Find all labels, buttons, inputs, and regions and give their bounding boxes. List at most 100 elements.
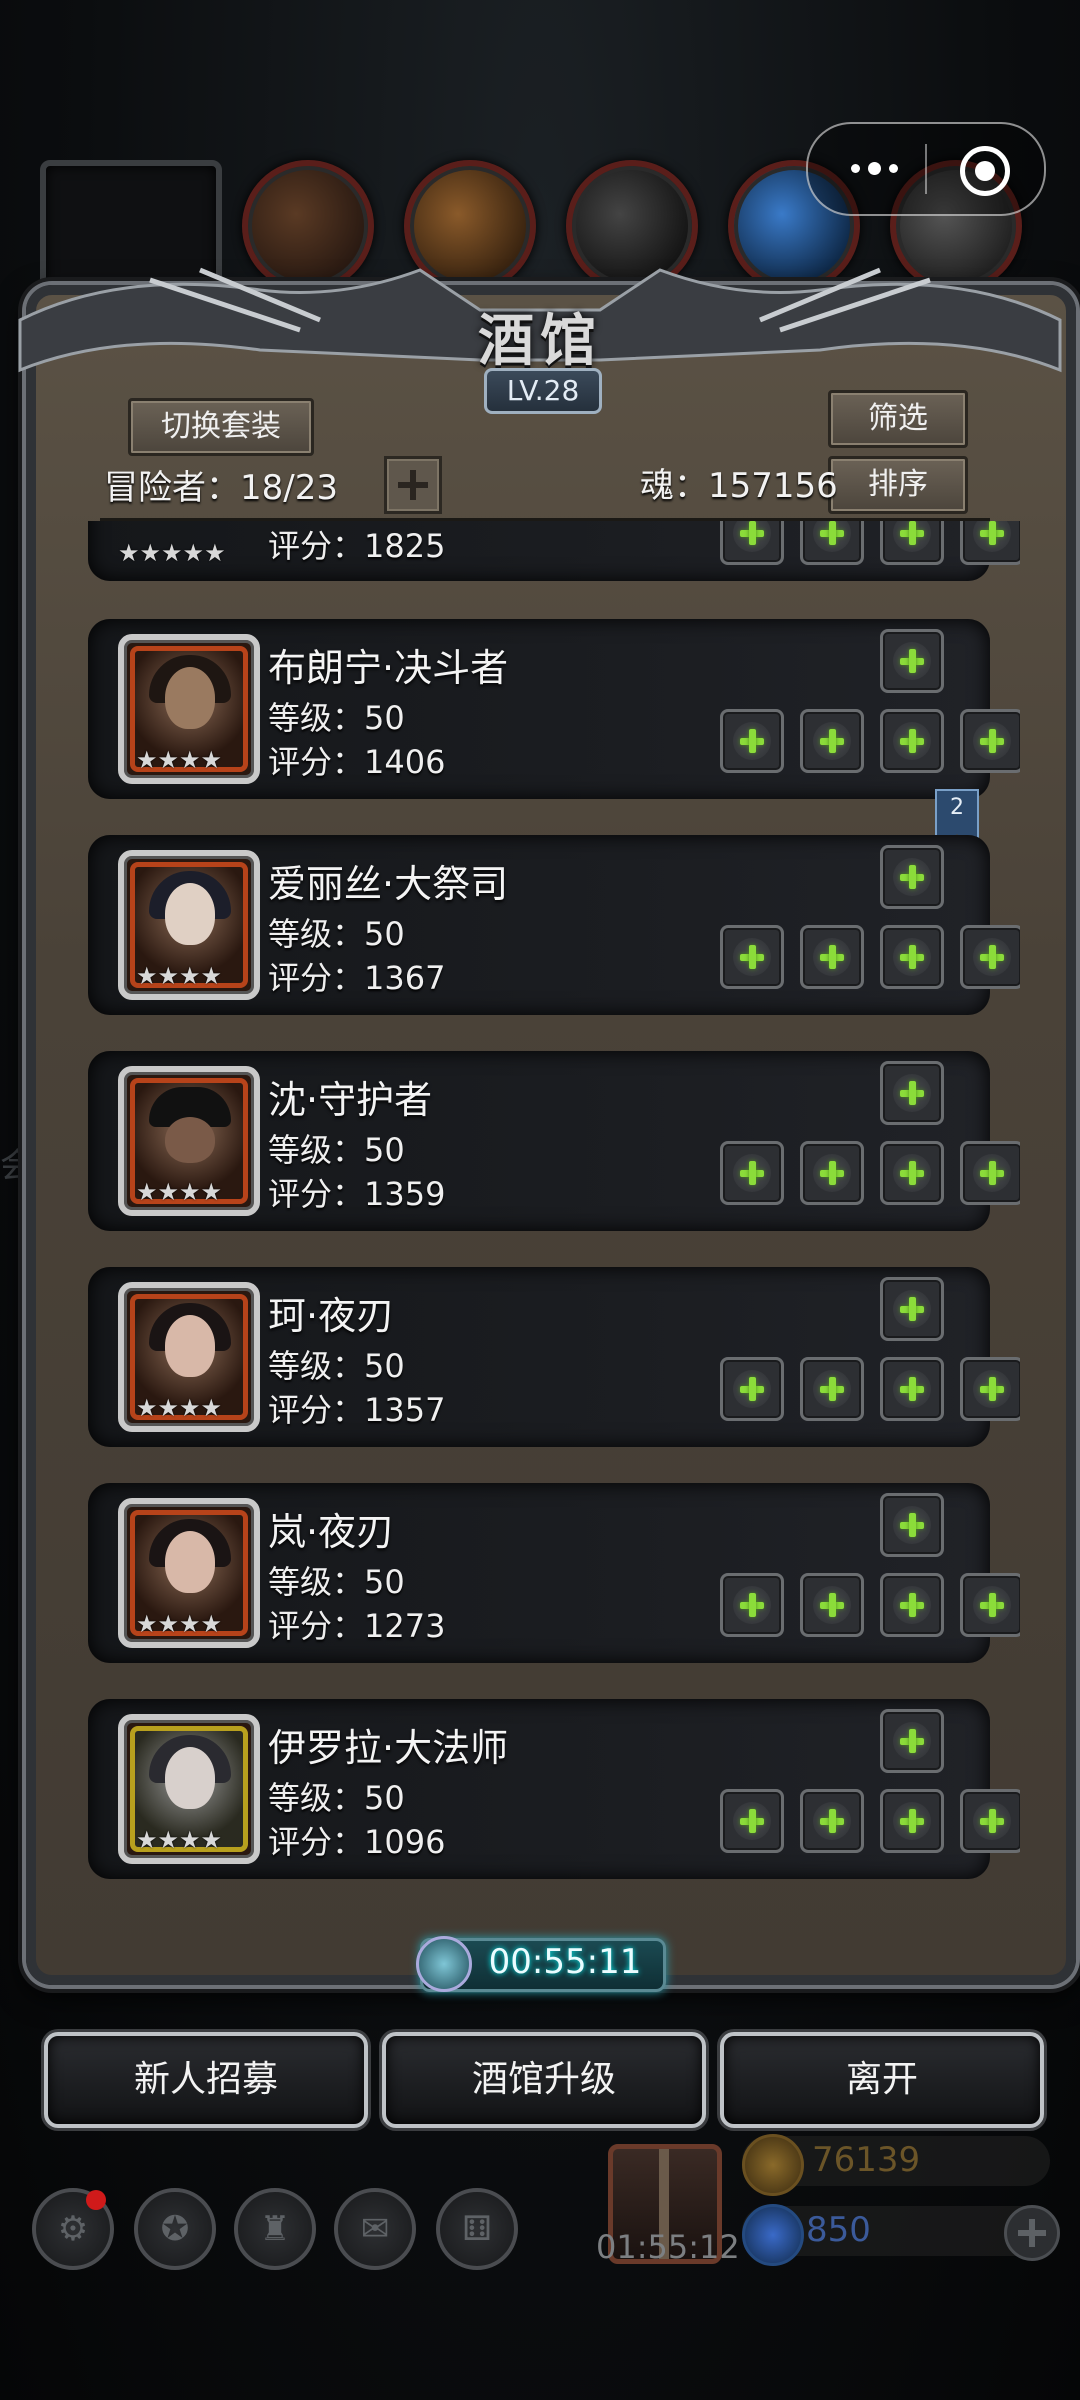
- equip-slot-weapon[interactable]: [720, 709, 784, 773]
- equip-slot-weapon[interactable]: [720, 1357, 784, 1421]
- equip-slot-weapon[interactable]: [720, 1573, 784, 1637]
- plus-icon: [733, 722, 771, 760]
- equip-slot-ring[interactable]: [880, 521, 944, 565]
- plus-icon: [813, 722, 851, 760]
- equip-slot-ring[interactable]: [880, 1789, 944, 1853]
- equip-slot-ring[interactable]: [880, 925, 944, 989]
- plus-icon: [893, 521, 931, 552]
- hero-list[interactable]: ★★★★★ 评分：1825 ★★★★ 布朗宁·决斗者 等级：50 评分：1406…: [60, 521, 1020, 1901]
- clock-icon: [416, 1936, 472, 1992]
- add-gems-button[interactable]: [1004, 2205, 1060, 2261]
- equip-slot-helmet[interactable]: [880, 629, 944, 693]
- plus-icon: [893, 1370, 931, 1408]
- hero-level: 等级：50: [268, 915, 405, 953]
- star-rating: ★★★★: [136, 1826, 223, 1854]
- recruit-button[interactable]: 新人招募: [44, 2032, 368, 2128]
- equip-slot-armor[interactable]: [800, 1789, 864, 1853]
- more-menu-icon[interactable]: [834, 144, 914, 192]
- equip-slot-weapon[interactable]: [720, 1141, 784, 1205]
- guild-icon[interactable]: ♜: [234, 2188, 316, 2270]
- leave-button[interactable]: 离开: [720, 2032, 1044, 2128]
- equip-slot-ring[interactable]: [880, 1573, 944, 1637]
- equip-slot-amulet[interactable]: [960, 1357, 1020, 1421]
- equip-slot-armor[interactable]: [800, 1357, 864, 1421]
- plus-icon: [733, 1802, 771, 1840]
- hero-card[interactable]: ★★★★ 布朗宁·决斗者 等级：50 评分：1406: [88, 619, 1020, 799]
- filter-button[interactable]: 筛选: [828, 390, 968, 448]
- equip-slot-amulet[interactable]: [960, 1573, 1020, 1637]
- equip-slot-weapon[interactable]: [720, 1789, 784, 1853]
- hero-portrait: ★★★★: [118, 1498, 260, 1648]
- equip-slot-armor[interactable]: [800, 709, 864, 773]
- mail-icon[interactable]: ✉: [334, 2188, 416, 2270]
- hero-name: 伊罗拉·大法师: [268, 1726, 509, 1770]
- hero-card[interactable]: ★★★★ 沈·守护者 等级：50 评分：1359: [88, 1051, 1020, 1231]
- capsule-separator: [925, 144, 927, 194]
- hero-level: 等级：50: [268, 1131, 405, 1169]
- dice-icon[interactable]: ⚅: [436, 2188, 518, 2270]
- hero-score: 评分：1273: [268, 1607, 446, 1645]
- equip-slot-ring[interactable]: [880, 709, 944, 773]
- close-target-icon[interactable]: [960, 146, 1010, 196]
- star-rating: ★★★★: [136, 1610, 223, 1638]
- add-slot-button[interactable]: [384, 456, 442, 514]
- hero-score: 评分：1406: [268, 743, 446, 781]
- plus-icon: [893, 1802, 931, 1840]
- refresh-timer: 00:55:11: [488, 1942, 642, 1982]
- plus-icon: [893, 1722, 931, 1760]
- plus-icon: [893, 1290, 931, 1328]
- hero-card-partial[interactable]: ★★★★★ 评分：1825: [88, 521, 1020, 581]
- plus-icon: [893, 1154, 931, 1192]
- gem-amount: 850: [806, 2210, 871, 2250]
- equip-slot-amulet[interactable]: [960, 1789, 1020, 1853]
- equip-slot-amulet[interactable]: [960, 521, 1020, 565]
- plus-icon: [893, 1506, 931, 1544]
- plus-icon: [733, 1154, 771, 1192]
- equip-slot-weapon[interactable]: [720, 925, 784, 989]
- switch-set-button[interactable]: 切换套装: [128, 398, 314, 456]
- resource-wood-icon: [404, 160, 536, 292]
- notification-dot: [86, 2190, 106, 2210]
- plus-icon: [893, 858, 931, 896]
- star-rating: ★★★★: [136, 746, 223, 774]
- equip-slot-amulet[interactable]: [960, 925, 1020, 989]
- hero-level: 等级：50: [268, 699, 405, 737]
- hero-card[interactable]: ★★★★ 珂·夜刃 等级：50 评分：1357: [88, 1267, 1020, 1447]
- plus-icon: [813, 938, 851, 976]
- equip-slot-helmet[interactable]: [880, 1709, 944, 1773]
- hero-card[interactable]: ★★★★ 爱丽丝·大祭司 等级：50 评分：1367: [88, 835, 1020, 1015]
- equip-slot-helmet[interactable]: [880, 1493, 944, 1557]
- hero-card[interactable]: ★★★★ 伊罗拉·大法师 等级：50 评分：1096: [88, 1699, 1020, 1879]
- hero-score: 评分：1825: [268, 527, 446, 565]
- tavern-upgrade-button[interactable]: 酒馆升级: [382, 2032, 706, 2128]
- equip-slot-amulet[interactable]: [960, 709, 1020, 773]
- equip-slot-helmet[interactable]: [880, 1061, 944, 1125]
- plus-icon: [893, 938, 931, 976]
- equip-slot-armor[interactable]: [800, 521, 864, 565]
- achievement-star-icon[interactable]: ✪: [134, 2188, 216, 2270]
- equip-slot-armor[interactable]: [800, 1141, 864, 1205]
- equip-slot-armor[interactable]: [800, 925, 864, 989]
- bookmark-number: 2: [950, 795, 964, 820]
- plus-icon: [973, 722, 1011, 760]
- equip-slot-weapon[interactable]: [720, 521, 784, 565]
- gold-amount: 76139: [812, 2140, 921, 2180]
- resource-leather-icon: [242, 160, 374, 292]
- resource-iron-icon: [566, 160, 698, 292]
- hero-name: 爱丽丝·大祭司: [268, 862, 509, 906]
- hero-name: 珂·夜刃: [268, 1294, 395, 1338]
- equip-slot-helmet[interactable]: [880, 1277, 944, 1341]
- hero-level: 等级：50: [268, 1563, 405, 1601]
- plus-icon: [893, 642, 931, 680]
- equip-slot-helmet[interactable]: [880, 845, 944, 909]
- equip-slot-armor[interactable]: [800, 1573, 864, 1637]
- gift-timer: 01:55:12: [596, 2228, 740, 2266]
- gem-icon: [742, 2204, 804, 2266]
- equip-slot-amulet[interactable]: [960, 1141, 1020, 1205]
- sort-button[interactable]: 排序: [828, 456, 968, 514]
- hero-level: 等级：50: [268, 1779, 405, 1817]
- soul-count: 魂：157156: [640, 466, 838, 506]
- equip-slot-ring[interactable]: [880, 1357, 944, 1421]
- equip-slot-ring[interactable]: [880, 1141, 944, 1205]
- hero-card[interactable]: ★★★★ 岚·夜刃 等级：50 评分：1273: [88, 1483, 1020, 1663]
